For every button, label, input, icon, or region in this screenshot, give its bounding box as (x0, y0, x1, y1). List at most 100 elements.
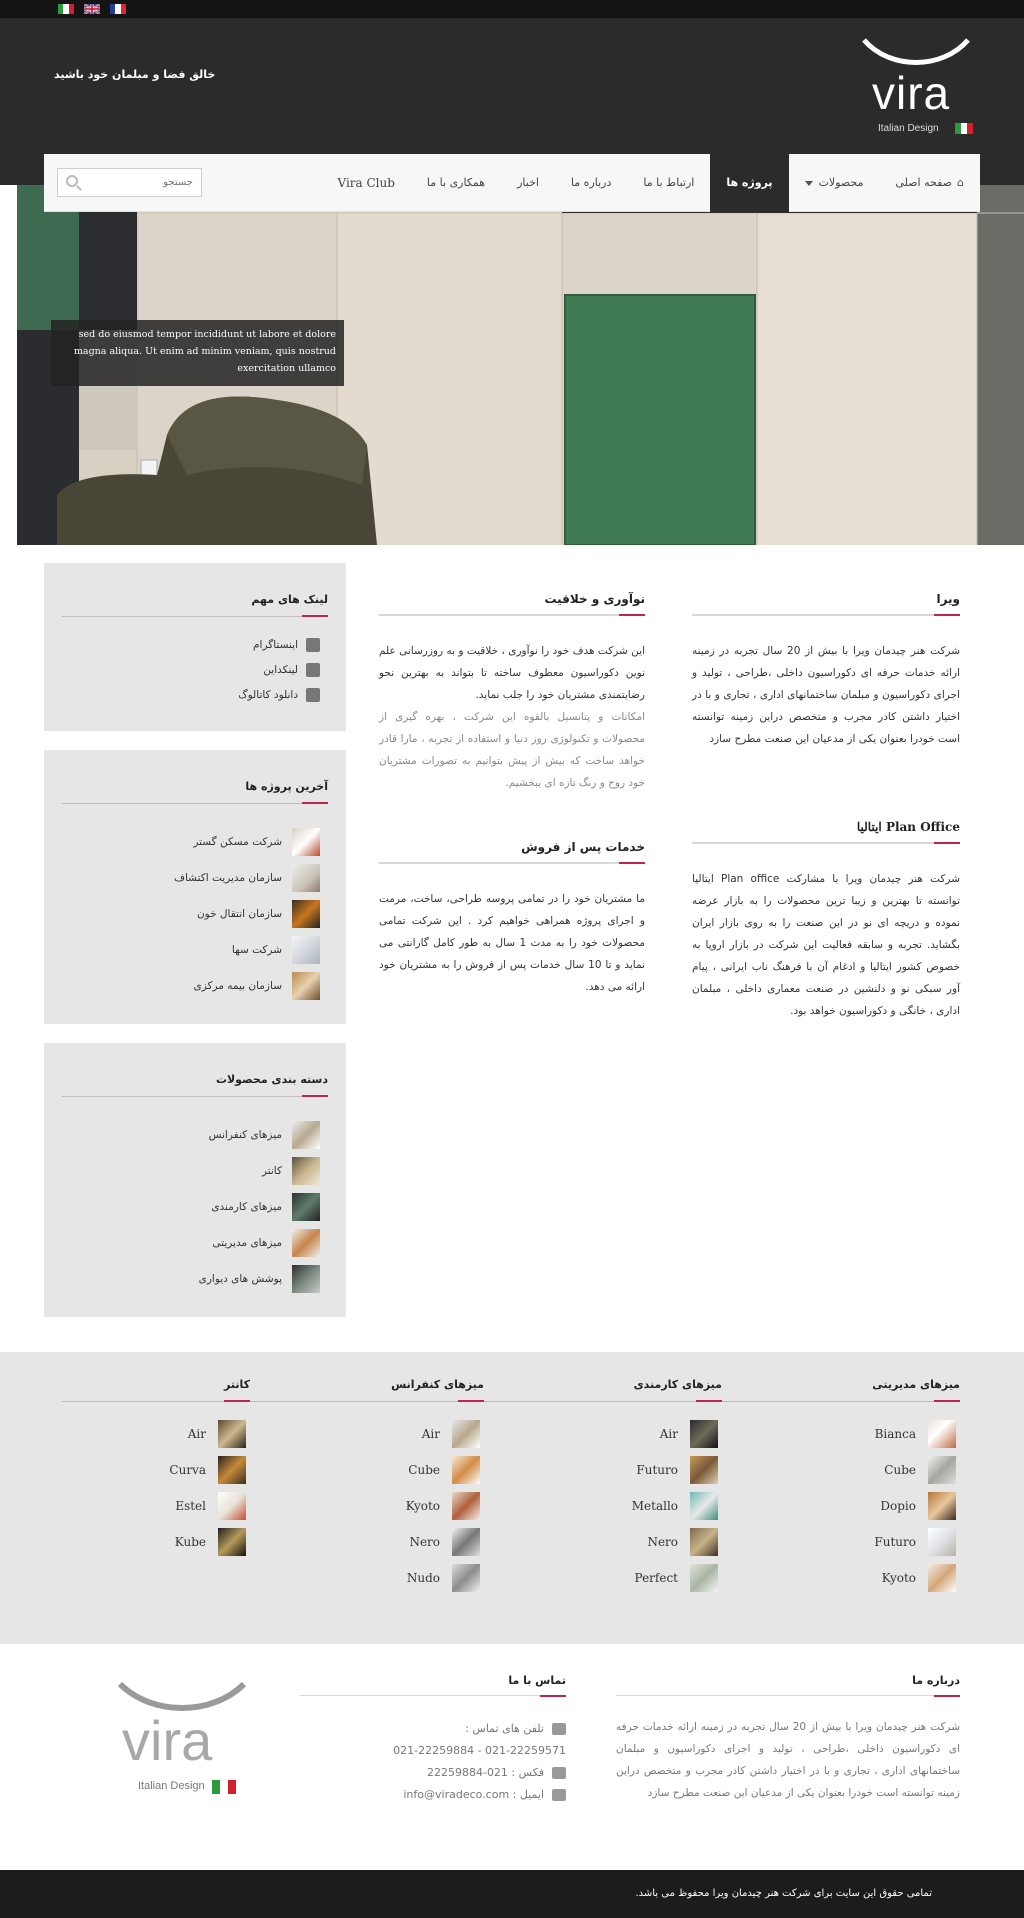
nav-projects-label: پروژه ها (726, 176, 773, 189)
product-item[interactable]: Cube (246, 1452, 484, 1488)
product-item[interactable]: Nero (484, 1524, 722, 1560)
hero-slider[interactable]: sed do eiusmod tempor incididunt ut labo… (17, 185, 1024, 545)
nav-about-label: درباره ما (570, 176, 612, 189)
after-sales-section: خدمات پس از فروش ما مشتریان خود را در تم… (379, 840, 645, 998)
nav-projects[interactable]: پروژه ها (710, 154, 789, 212)
product-item[interactable]: Perfect (484, 1560, 722, 1596)
title-divider (692, 614, 960, 616)
nav-contact[interactable]: ارتباط با ما (627, 154, 710, 212)
it-flag-icon[interactable] (58, 4, 74, 14)
search-input[interactable] (83, 169, 193, 196)
product-thumbnail (928, 1564, 956, 1592)
product-label: Estel (175, 1499, 206, 1513)
project-label: سازمان انتقال خون (196, 908, 282, 920)
footer-about: درباره ما شرکت هنر چیدمان ویرا با بیش از… (616, 1674, 960, 1804)
fr-flag-icon[interactable] (110, 4, 126, 14)
title-divider (62, 1095, 328, 1097)
product-item[interactable]: Metallo (484, 1488, 722, 1524)
product-item[interactable]: Futuro (722, 1524, 960, 1560)
product-item[interactable]: Kyoto (722, 1560, 960, 1596)
nav-about[interactable]: درباره ما (555, 154, 627, 212)
category-item[interactable]: میزهای کنفرانس (62, 1117, 328, 1153)
logo-subtitle: Italian Design (878, 123, 939, 134)
category-thumbnail (292, 1157, 320, 1185)
product-thumbnail (690, 1492, 718, 1520)
product-item[interactable]: Curva (62, 1452, 250, 1488)
project-item[interactable]: سازمان انتقال خون (62, 896, 328, 932)
link-linkedin[interactable]: لینکداین (62, 658, 328, 683)
product-thumbnail (218, 1492, 246, 1520)
product-item[interactable]: Cube (722, 1452, 960, 1488)
product-categories-title: دسته بندی محصولات (215, 1073, 328, 1086)
project-label: سازمان مدیریت اکتشاف (174, 872, 282, 884)
site-logo[interactable]: vira Italian Design (860, 36, 973, 156)
product-item[interactable]: Estel (62, 1488, 250, 1524)
footer-about-title: درباره ما (912, 1674, 960, 1687)
link-instagram[interactable]: اینستاگرام (62, 633, 328, 658)
en-flag-icon[interactable] (83, 3, 101, 15)
nav-home[interactable]: ⌂ صفحه اصلی (879, 154, 980, 212)
title-divider (616, 1695, 960, 1697)
email-icon (552, 1789, 566, 1801)
project-thumbnail (292, 828, 320, 856)
latest-projects-box: آخرین پروژه ها شرکت مسکن گستر سازمان مدی… (44, 750, 346, 1024)
product-item[interactable]: Kube (62, 1524, 250, 1560)
product-label: Dopio (880, 1499, 916, 1513)
title-divider (379, 614, 645, 616)
project-item[interactable]: سازمان بیمه مرکزی (62, 968, 328, 1004)
category-item[interactable]: میزهای کارمندی (62, 1189, 328, 1225)
copyright-bar: تمامی حقوق این سایت برای شرکت هنر چیدمان… (0, 1870, 1024, 1918)
title-divider (62, 1400, 250, 1402)
product-column-title: میزهای کنفرانس (391, 1378, 484, 1391)
fax-row: فکس : 021-22259884 (300, 1762, 566, 1784)
link-catalog[interactable]: دانلود کاتالوگ (62, 683, 328, 708)
product-column: میزهای کنفرانس Air Cube Kyoto Nero Nudo (246, 1378, 484, 1596)
nav-home-label: صفحه اصلی (895, 176, 953, 189)
linkedin-icon (306, 663, 320, 677)
project-item[interactable]: شرکت مسکن گستر (62, 824, 328, 860)
product-item[interactable]: Air (246, 1416, 484, 1452)
nav-cooperation[interactable]: همکاری با ما (411, 154, 501, 212)
search-icon[interactable] (66, 175, 78, 187)
email-text[interactable]: ایمیل : info@viradeco.com (403, 1788, 544, 1801)
nav-news[interactable]: اخبار (501, 154, 555, 212)
category-label: کانتر (261, 1165, 282, 1177)
product-item[interactable]: Nudo (246, 1560, 484, 1596)
footer-contact-title: تماس با ما (508, 1674, 566, 1687)
category-item[interactable]: میزهای مدیریتی (62, 1225, 328, 1261)
product-label: Air (421, 1427, 440, 1441)
nav-products[interactable]: محصولات (789, 154, 880, 212)
product-column: میزهای کارمندی Air Futuro Metallo Nero P… (484, 1378, 722, 1596)
top-bar (0, 0, 1024, 18)
product-item[interactable]: Air (62, 1416, 250, 1452)
project-thumbnail (292, 936, 320, 964)
product-label: Kyoto (405, 1499, 440, 1513)
nav-vira-club[interactable]: Vira Club (321, 154, 410, 212)
plan-office-title: Plan Office ایتالیا (856, 820, 960, 834)
product-label: Nero (647, 1535, 678, 1549)
product-thumbnail (218, 1456, 246, 1484)
title-divider (62, 802, 328, 804)
product-item[interactable]: Nero (246, 1524, 484, 1560)
category-item[interactable]: پوشش های دیواری (62, 1261, 328, 1297)
project-item[interactable]: شرکت سها (62, 932, 328, 968)
tagline: خالق فضا و مبلمان خود باشید (54, 68, 216, 81)
product-item[interactable]: Dopio (722, 1488, 960, 1524)
product-thumbnail (928, 1456, 956, 1484)
product-thumbnail (928, 1420, 956, 1448)
footer-logo: vira Italian Design (116, 1680, 248, 1800)
product-item[interactable]: Air (484, 1416, 722, 1452)
important-links-box: لینک های مهم اینستاگرام لینکداین دانلود … (44, 563, 346, 731)
project-item[interactable]: سازمان مدیریت اکتشاف (62, 860, 328, 896)
product-label: Futuro (636, 1463, 678, 1477)
product-column: میزهای مدیریتی Bianca Cube Dopio Futuro … (722, 1378, 960, 1596)
email-row[interactable]: ایمیل : info@viradeco.com (300, 1784, 566, 1806)
product-item[interactable]: Bianca (722, 1416, 960, 1452)
product-item[interactable]: Futuro (484, 1452, 722, 1488)
nav-news-label: اخبار (517, 176, 539, 189)
footer-logo-subtitle: Italian Design (138, 1780, 205, 1792)
product-item[interactable]: Kyoto (246, 1488, 484, 1524)
innovation-title: نوآوری و خلاقیت (544, 592, 645, 606)
category-item[interactable]: کانتر (62, 1153, 328, 1189)
product-thumbnail (690, 1456, 718, 1484)
